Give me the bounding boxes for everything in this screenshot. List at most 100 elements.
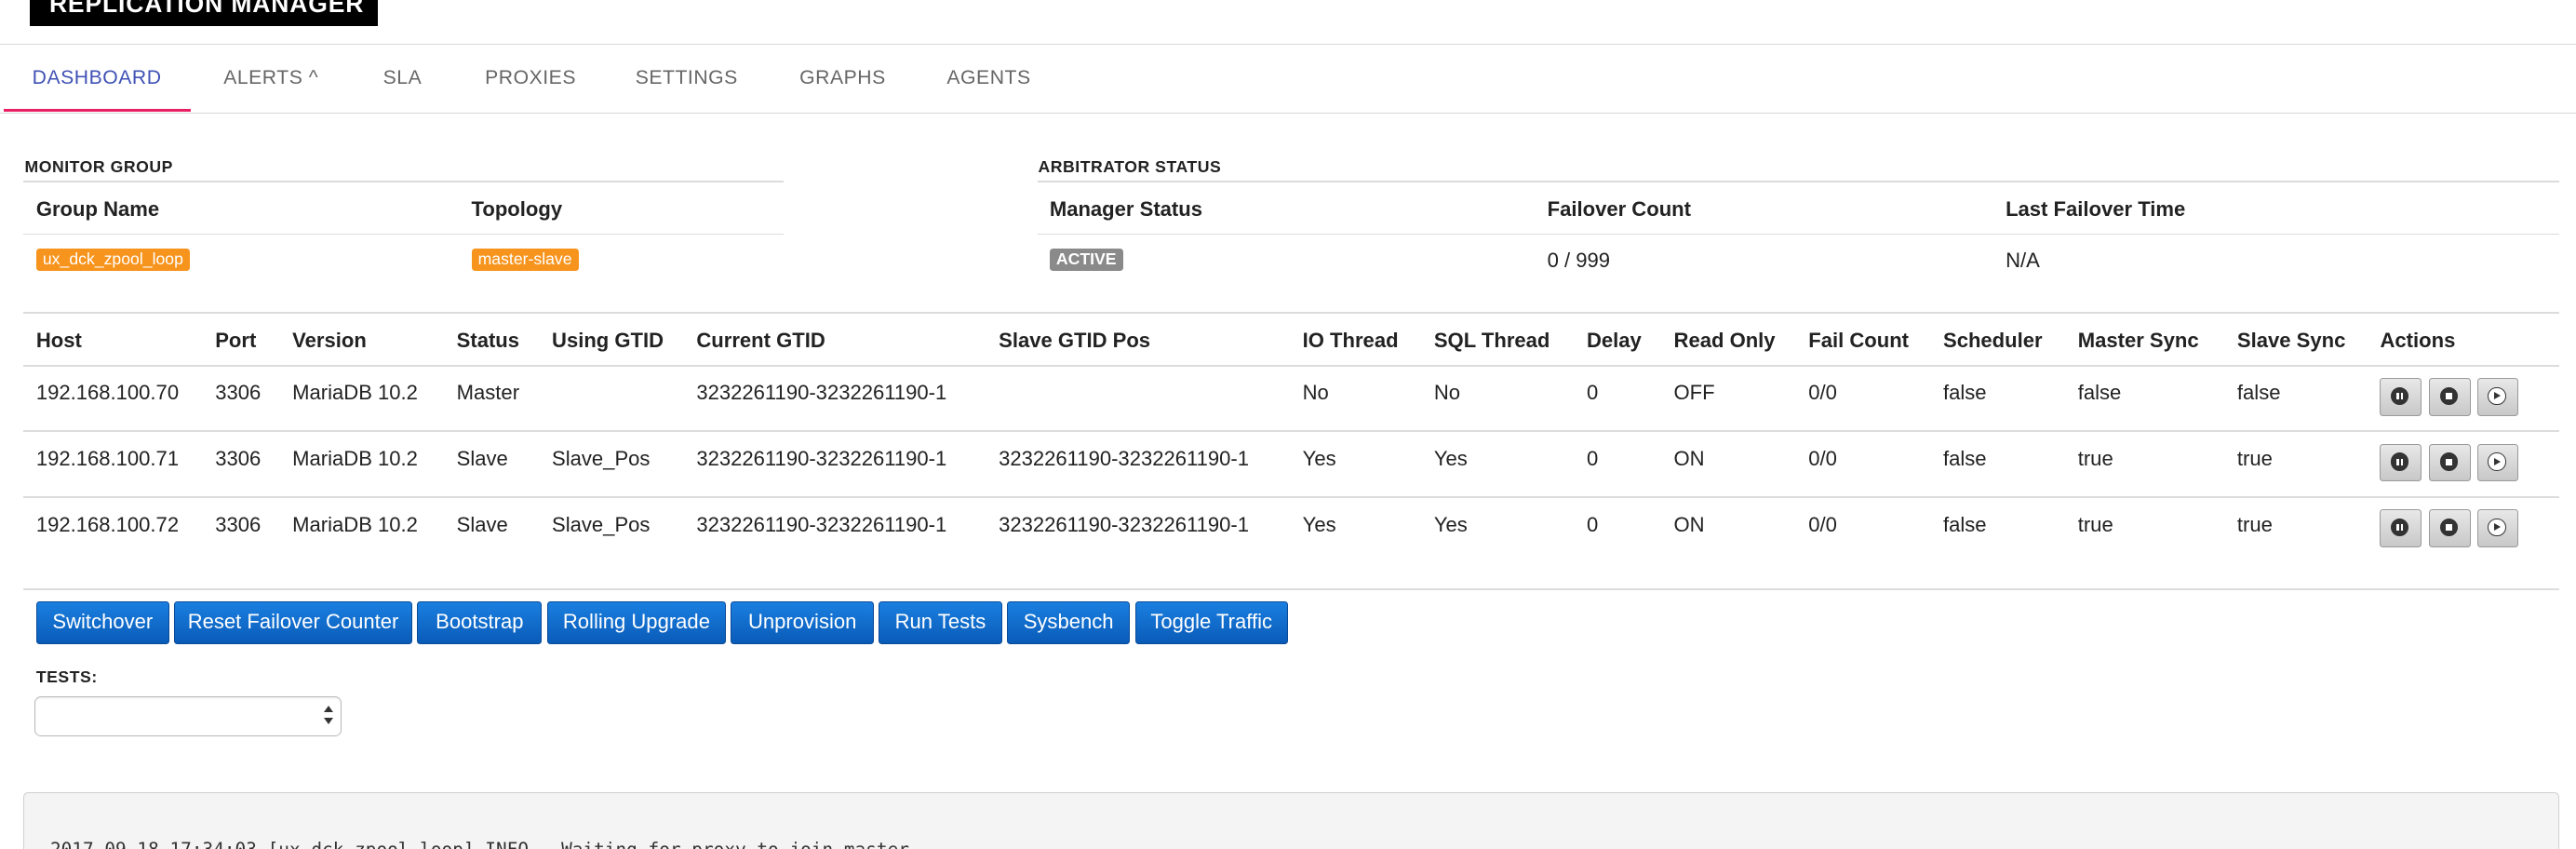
play-button[interactable] — [2476, 509, 2518, 547]
col-header-slave-sync: Slave Sync — [2236, 329, 2346, 352]
play-icon — [2488, 452, 2506, 471]
log-panel[interactable]: 2017-09-18 17:34:03 [ux_dck_zpool_loop] … — [22, 791, 2559, 849]
col-header-scheduler: Scheduler — [1942, 329, 2043, 352]
cell-sql-thread: Yes — [1433, 447, 1468, 471]
cell-scheduler: false — [1942, 512, 1987, 536]
group-name-header: Group Name — [35, 196, 160, 221]
cell-host: 192.168.100.71 — [35, 447, 180, 471]
page: REPLICATION MANAGER DASHBOARD ALERTS ^ S… — [0, 0, 2576, 849]
tests-select[interactable] — [34, 696, 342, 736]
cell-using-gtid: Slave_Pos — [552, 512, 651, 536]
col-header-master-sync: Master Sync — [2077, 329, 2199, 352]
cell-slave-gtid-pos: 3232261190-3232261190-1 — [999, 512, 1250, 536]
log-line: 2017-09-18 17:34:03 [ux_dck_zpool_loop] … — [50, 839, 909, 849]
tab-alerts[interactable]: ALERTS ^ — [210, 45, 332, 112]
app-logo[interactable]: REPLICATION MANAGER — [29, 0, 378, 27]
col-header-read-only: Read Only — [1673, 329, 1776, 352]
failover-count-header: Failover Count — [1547, 196, 1691, 221]
stop-button[interactable] — [2429, 443, 2471, 482]
cell-io-thread: Yes — [1302, 447, 1336, 471]
cell-host: 192.168.100.70 — [35, 381, 180, 405]
last-failover-time-header: Last Failover Time — [2006, 196, 2186, 221]
play-icon — [2488, 386, 2506, 406]
pause-icon — [2391, 452, 2409, 471]
cell-using-gtid: Slave_Pos — [552, 447, 651, 471]
divider — [22, 364, 2559, 367]
cell-read-only: ON — [1673, 447, 1705, 471]
reset-failover-counter-button[interactable]: Reset Failover Counter — [174, 600, 412, 644]
monitor-group-title: MONITOR GROUP — [24, 157, 173, 177]
cell-fail-count: 0/0 — [1808, 447, 1837, 471]
cell-delay: 0 — [1586, 447, 1599, 471]
tab-dashboard[interactable]: DASHBOARD — [3, 45, 191, 112]
cell-master-sync: true — [2077, 512, 2113, 536]
col-header-port: Port — [215, 329, 257, 352]
unprovision-button[interactable]: Unprovision — [731, 600, 874, 644]
col-header-using-gtid: Using GTID — [552, 329, 664, 352]
cell-port: 3306 — [215, 381, 262, 405]
cell-read-only: OFF — [1673, 381, 1715, 405]
manager-status-header: Manager Status — [1049, 196, 1202, 221]
play-icon — [2488, 518, 2506, 537]
sysbench-button[interactable]: Sysbench — [1006, 600, 1131, 644]
pause-button[interactable] — [2380, 443, 2422, 482]
tab-graphs[interactable]: GRAPHS — [785, 45, 901, 112]
col-header-status: Status — [456, 329, 520, 352]
cell-version: MariaDB 10.2 — [292, 381, 418, 405]
pause-button[interactable] — [2380, 377, 2422, 416]
cell-sql-thread: Yes — [1433, 512, 1468, 536]
topology-header: Topology — [471, 196, 563, 221]
divider — [22, 312, 2559, 315]
divider — [22, 233, 784, 236]
cell-status: Slave — [456, 447, 508, 471]
failover-count-value: 0 / 999 — [1547, 248, 1611, 272]
play-button[interactable] — [2476, 443, 2518, 482]
stop-button[interactable] — [2429, 377, 2471, 416]
tab-proxies[interactable]: PROXIES — [473, 45, 588, 112]
stop-icon — [2440, 518, 2459, 537]
tab-settings[interactable]: SETTINGS — [624, 45, 749, 112]
manager-status-badge: ACTIVE — [1049, 248, 1123, 272]
cell-slave-sync: true — [2236, 512, 2273, 536]
col-header-delay: Delay — [1586, 329, 1642, 352]
cell-version: MariaDB 10.2 — [292, 512, 418, 536]
arbitrator-status-title: ARBITRATOR STATUS — [1038, 157, 1222, 177]
col-header-slave-gtid-pos: Slave GTID Pos — [999, 329, 1151, 352]
topology-badge: master-slave — [471, 248, 579, 272]
cell-io-thread: Yes — [1302, 512, 1336, 536]
cell-scheduler: false — [1942, 381, 1987, 405]
cell-current-gtid: 3232261190-3232261190-1 — [696, 512, 947, 536]
divider — [1038, 233, 2559, 236]
group-name-badge: ux_dck_zpool_loop — [35, 248, 190, 272]
pause-icon — [2391, 518, 2409, 537]
tab-agents[interactable]: AGENTS — [933, 45, 1045, 112]
cell-master-sync: false — [2077, 381, 2122, 405]
cell-master-sync: true — [2077, 447, 2113, 471]
col-header-sql-thread: SQL Thread — [1433, 329, 1550, 352]
col-header-version: Version — [292, 329, 367, 352]
pause-button[interactable] — [2380, 509, 2422, 547]
stop-icon — [2440, 452, 2459, 471]
col-header-actions: Actions — [2380, 329, 2456, 352]
cell-scheduler: false — [1942, 447, 1987, 471]
main-tabs: DASHBOARD ALERTS ^ SLA PROXIES SETTINGS … — [0, 45, 2576, 114]
cell-read-only: ON — [1673, 512, 1705, 536]
cell-delay: 0 — [1586, 512, 1599, 536]
pause-icon — [2391, 386, 2409, 406]
top-bar: REPLICATION MANAGER — [0, 0, 2576, 45]
cell-host: 192.168.100.72 — [35, 512, 180, 536]
cell-fail-count: 0/0 — [1808, 512, 1837, 536]
play-button[interactable] — [2476, 377, 2518, 416]
cell-current-gtid: 3232261190-3232261190-1 — [696, 447, 947, 471]
tab-sla[interactable]: SLA — [368, 45, 436, 112]
stop-button[interactable] — [2429, 509, 2471, 547]
divider — [22, 181, 784, 182]
bootstrap-button[interactable]: Bootstrap — [417, 600, 543, 644]
switchover-button[interactable]: Switchover — [35, 600, 169, 644]
run-tests-button[interactable]: Run Tests — [879, 600, 1002, 644]
cell-port: 3306 — [215, 512, 262, 536]
divider — [22, 587, 2559, 590]
col-header-io-thread: IO Thread — [1302, 329, 1399, 352]
rolling-upgrade-button[interactable]: Rolling Upgrade — [546, 600, 727, 644]
toggle-traffic-button[interactable]: Toggle Traffic — [1134, 600, 1288, 644]
